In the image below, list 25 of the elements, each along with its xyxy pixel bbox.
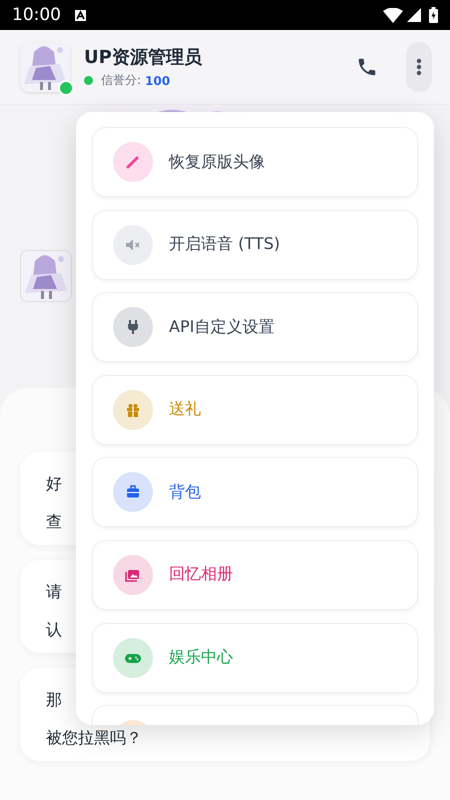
contact-name: UP资源管理员 <box>84 46 203 69</box>
message-text: 认 <box>46 620 62 640</box>
message-text: 请 <box>46 582 62 602</box>
message-text: 被您拉黑吗？ <box>46 728 142 748</box>
menu-item[interactable]: 回忆相册 <box>92 540 418 610</box>
battery-icon <box>429 7 438 23</box>
message-text: 那 <box>46 690 62 710</box>
wifi-icon <box>383 8 403 22</box>
credit-score: 100 <box>145 74 170 88</box>
more-icon <box>416 58 422 76</box>
menu-item[interactable]: 恢复原版头像 <box>92 127 418 197</box>
status-dot <box>84 76 93 85</box>
signal-icon <box>407 8 421 22</box>
message-text: 好 <box>46 474 62 494</box>
menu-item[interactable]: 送礼 <box>92 374 418 445</box>
menu-item[interactable]: 娱乐中心 <box>92 622 418 693</box>
menu-item[interactable]: API自定义设置 <box>92 292 418 362</box>
menu-item[interactable]: 开启语音 (TTS) <box>92 210 418 280</box>
menu-item[interactable]: 背包 <box>92 457 418 528</box>
notification-icon <box>75 10 86 20</box>
more-button[interactable] <box>406 42 432 92</box>
status-time: 10:00 <box>12 5 61 25</box>
message-text: 查 <box>46 512 62 532</box>
phone-icon[interactable] <box>356 56 378 78</box>
credit-label: 信誉分: <box>101 72 142 89</box>
